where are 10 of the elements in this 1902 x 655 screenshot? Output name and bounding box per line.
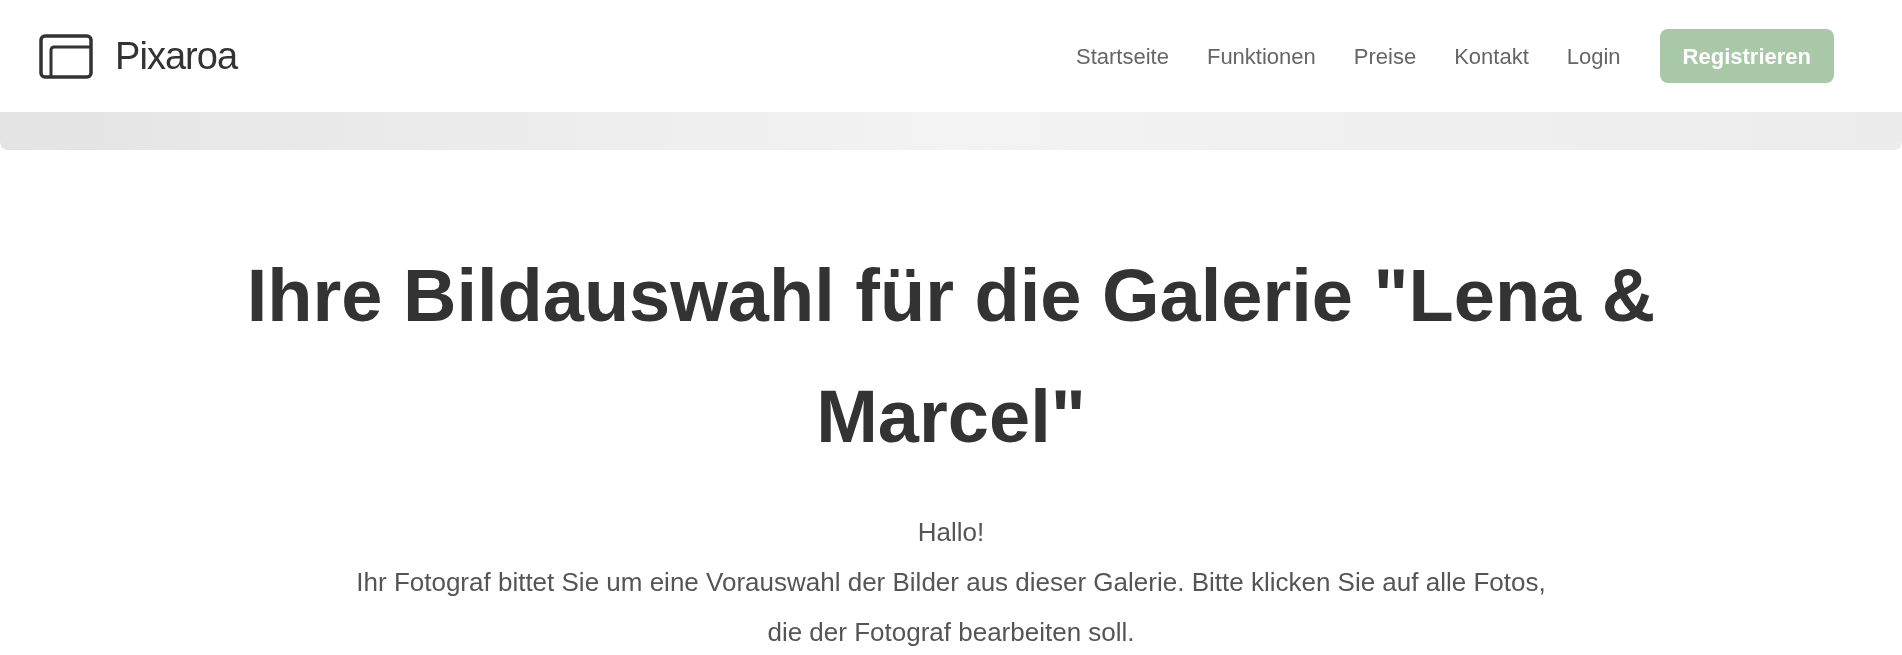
logo-icon [39, 33, 93, 79]
intro-text: Ihr Fotograf bittet Sie um eine Vorauswahl der Bilder aus dieser Galerie. Bitte klicken Sie auf alle Fotos, die der Fotograf bearbeiten soll. [355, 566, 1547, 649]
nav-link[interactable]: Funktionen [1206, 39, 1316, 73]
page-title: Ihre Bildauswahl für die Galerie "Lena & Marcel" [245, 253, 1657, 460]
greeting-text: Hallo! [917, 516, 985, 549]
nav-link[interactable]: Kontakt [1454, 39, 1529, 73]
nav-link[interactable]: Startseite [1076, 39, 1169, 73]
nav-link[interactable]: Preise [1353, 39, 1417, 73]
logo-text: Pixaroa [115, 33, 238, 79]
nav-link[interactable]: Login [1566, 39, 1621, 73]
